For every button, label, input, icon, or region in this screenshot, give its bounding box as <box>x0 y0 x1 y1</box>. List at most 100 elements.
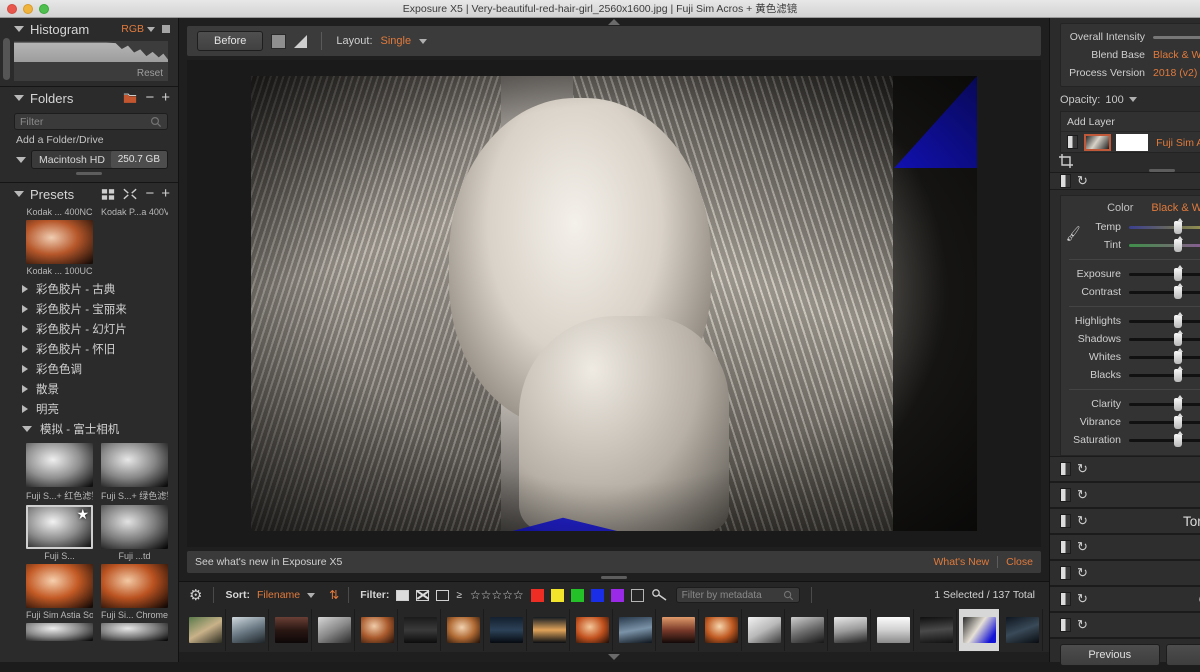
overall-intensity-row[interactable]: Overall Intensity 100 <box>1067 28 1200 46</box>
section-focus[interactable]: ↻Focus <box>1050 612 1200 638</box>
preset-category-5[interactable]: 散景 <box>0 379 178 399</box>
section-reset-icon[interactable]: ↻ <box>1077 565 1088 581</box>
process-version-value[interactable]: 2018 (v2) <box>1153 67 1197 79</box>
gear-icon[interactable]: ⚙ <box>189 586 202 604</box>
metadata-filter-input[interactable]: Filter by metadata <box>676 587 800 603</box>
section-reset-icon[interactable]: ↻ <box>1077 591 1088 607</box>
slider-track[interactable] <box>1129 374 1200 377</box>
add-folder-drive-label[interactable]: Add a Folder/Drive <box>0 130 178 148</box>
filmstrip-thumb[interactable] <box>443 609 484 651</box>
filmstrip-thumb-selected[interactable] <box>959 609 1000 651</box>
slider-knob[interactable] <box>1174 369 1182 382</box>
slider-track[interactable] <box>1129 320 1200 323</box>
preset-item[interactable] <box>101 623 168 641</box>
drive-row[interactable]: Macintosh HD 250.7 GB <box>0 148 178 169</box>
slider-track[interactable] <box>1129 291 1200 294</box>
reset-button[interactable]: Reset <box>1166 644 1200 666</box>
preset-thumbnail[interactable] <box>101 443 168 487</box>
filmstrip-thumb[interactable] <box>830 609 871 651</box>
preset-thumbnail[interactable]: ★ <box>26 505 93 549</box>
slider-row-tint[interactable]: Tint0.00 <box>1067 236 1200 254</box>
section-tone-curve[interactable]: ↻Tone Curve <box>1050 508 1200 534</box>
preset-category-4[interactable]: 彩色色调 <box>0 359 178 379</box>
remove-preset-button[interactable]: − <box>145 188 154 200</box>
filmstrip-thumb[interactable] <box>228 609 269 651</box>
flag-rejected-icon[interactable] <box>416 590 429 601</box>
basic-toggle-icon[interactable] <box>1060 174 1071 188</box>
preset-item-featured[interactable]: Kodak ... 100UC <box>26 220 93 276</box>
chevron-down-icon[interactable] <box>1129 97 1137 102</box>
section-reset-icon[interactable]: ↻ <box>1077 461 1088 477</box>
chevron-right-icon[interactable] <box>22 325 28 333</box>
filmstrip-thumb[interactable] <box>271 609 312 651</box>
color-label-purple[interactable] <box>611 589 624 602</box>
slider-track[interactable] <box>1129 403 1200 406</box>
chevron-down-icon[interactable] <box>16 157 26 163</box>
section-toggle-icon[interactable] <box>1060 566 1071 580</box>
preset-thumbnail[interactable] <box>101 505 168 549</box>
preset-item[interactable]: Kodak P...a 400VC <box>101 205 168 217</box>
chevron-down-icon[interactable] <box>147 27 155 32</box>
rating-stars[interactable]: ☆☆☆☆☆ <box>470 588 524 602</box>
filmstrip-thumb[interactable] <box>357 609 398 651</box>
chevron-down-icon[interactable] <box>14 191 24 197</box>
section-reset-icon[interactable]: ↻ <box>1077 487 1088 503</box>
slider-track[interactable] <box>1129 338 1200 341</box>
top-panel-toggle[interactable] <box>179 18 1049 26</box>
new-folder-icon[interactable] <box>123 92 137 104</box>
preset-item[interactable]: Fuji S...+ 红色滤镜 <box>26 443 93 502</box>
slider-track[interactable] <box>1129 439 1200 442</box>
split-view-icon[interactable] <box>271 34 286 49</box>
image-canvas[interactable] <box>187 60 1041 547</box>
color-mode-color[interactable]: Color <box>1107 202 1133 214</box>
add-preset-button[interactable]: + <box>161 188 170 200</box>
slider-row-exposure[interactable]: Exposure0.00 <box>1067 265 1200 283</box>
sort-direction-icon[interactable]: ⇅ <box>329 588 337 602</box>
favorite-star-icon[interactable]: ★ <box>76 507 89 521</box>
preset-item-selected[interactable]: ★ Fuji S... <box>26 505 93 561</box>
chevron-down-icon[interactable] <box>608 654 620 660</box>
filmstrip-thumb[interactable] <box>314 609 355 651</box>
preset-thumbnail[interactable] <box>26 623 93 641</box>
slider-knob[interactable] <box>1174 351 1182 364</box>
color-label-red[interactable] <box>531 589 544 602</box>
filmstrip-thumb[interactable] <box>185 609 226 651</box>
basic-section-header[interactable]: ↻ Basic <box>1050 172 1200 190</box>
sort-value[interactable]: Filename <box>257 589 300 601</box>
white-balance-eyedropper-icon[interactable]: 🖌 <box>1064 225 1083 243</box>
diagonal-split-icon[interactable] <box>294 35 307 48</box>
chevron-right-icon[interactable] <box>22 305 28 313</box>
slider-track[interactable] <box>1129 273 1200 276</box>
filmstrip-thumb[interactable] <box>486 609 527 651</box>
whats-new-link[interactable]: What's New <box>933 556 989 568</box>
section-reset-icon[interactable]: ↻ <box>1077 617 1088 633</box>
filmstrip-thumb[interactable] <box>873 609 914 651</box>
histogram-clip-icon[interactable] <box>162 25 170 33</box>
preset-category-6[interactable]: 明亮 <box>0 399 178 419</box>
filmstrip-resize-handle[interactable] <box>179 573 1049 581</box>
chevron-down-icon[interactable] <box>22 426 32 432</box>
preset-item[interactable]: Fuji Si... Chrome <box>101 564 168 620</box>
chevron-right-icon[interactable] <box>22 385 28 393</box>
presets-list[interactable]: Kodak ... 400NC Kodak P...a 400VC Kodak … <box>0 205 178 662</box>
preset-item[interactable]: Kodak ... 400NC <box>26 205 93 217</box>
chevron-right-icon[interactable] <box>22 345 28 353</box>
histogram-reset-button[interactable]: Reset <box>137 68 163 79</box>
reset-basic-icon[interactable]: ↻ <box>1077 173 1088 189</box>
histogram-header[interactable]: Histogram RGB <box>0 18 178 40</box>
opacity-value[interactable]: 100 <box>1105 94 1123 106</box>
layer-thumbnail[interactable] <box>1084 134 1111 151</box>
slider-row-contrast[interactable]: Contrast0 <box>1067 283 1200 301</box>
preset-item[interactable]: Fuji ...td <box>101 505 168 561</box>
chevron-right-icon[interactable] <box>22 365 28 373</box>
add-folder-button[interactable]: + <box>161 92 170 104</box>
slider-row-whites[interactable]: Whites0 <box>1067 348 1200 366</box>
slider-row-saturation[interactable]: Saturation0 <box>1067 431 1200 449</box>
section-detail[interactable]: ↻Detail <box>1050 456 1200 482</box>
close-notice-button[interactable]: Close <box>1006 556 1033 568</box>
filmstrip-thumb[interactable] <box>400 609 441 651</box>
process-version-row[interactable]: Process Version 2018 (v2) <box>1067 64 1200 82</box>
slider-knob[interactable] <box>1174 286 1182 299</box>
section-overlays[interactable]: ↻Overlays <box>1050 586 1200 612</box>
preset-item[interactable]: Fuji S...+ 绿色滤镜 <box>101 443 168 502</box>
